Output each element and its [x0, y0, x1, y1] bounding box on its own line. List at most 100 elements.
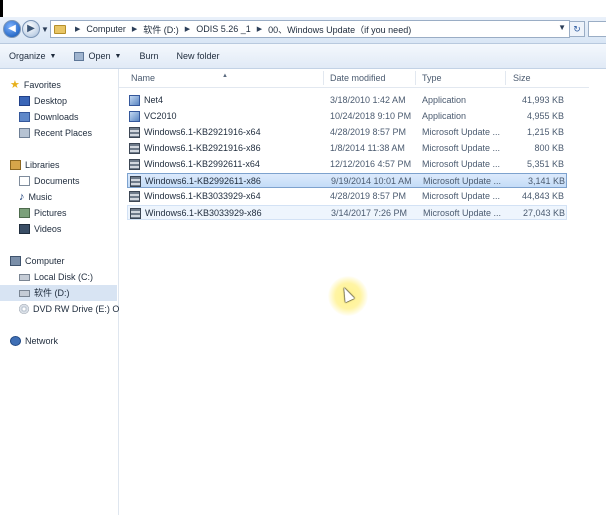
chevron-right-icon[interactable]: ▶: [252, 25, 267, 33]
update-package-icon: [130, 176, 141, 187]
column-header-type[interactable]: Type: [422, 73, 442, 83]
file-row[interactable]: Windows6.1-KB3033929-x64 4/28/2019 8:57 P…: [127, 189, 567, 204]
file-name: Windows6.1-KB2921916-x86: [144, 143, 261, 153]
file-row[interactable]: Net4 3/18/2010 1:42 AM Application 41,993 K…: [127, 93, 567, 108]
file-name-cell: VC2010: [129, 109, 177, 124]
file-size: 1,215 KB: [526, 127, 564, 137]
nav-documents-label: Documents: [34, 176, 80, 186]
nav-network-label: Network: [25, 336, 59, 346]
nav-recent-label: Recent Places: [34, 128, 93, 138]
nav-downloads[interactable]: Downloads: [19, 109, 79, 125]
new-folder-label: New folder: [176, 51, 220, 61]
folder-icon: [54, 24, 66, 34]
chevron-right-icon[interactable]: ▶: [70, 25, 85, 33]
refresh-button[interactable]: ↻: [569, 21, 585, 37]
file-type: Microsoft Update ...: [423, 208, 502, 218]
nav-downloads-label: Downloads: [34, 112, 79, 122]
new-folder-button[interactable]: New folder: [167, 51, 228, 61]
navigation-pane: ★ Favorites Desktop Downloads Recent Pla…: [0, 69, 119, 515]
column-header-size[interactable]: Size: [513, 73, 531, 83]
nav-drive-d-label: 软件 (D:): [34, 288, 70, 298]
column-header-name[interactable]: Name: [131, 73, 155, 83]
videos-icon: [19, 224, 30, 234]
file-date-modified: 4/28/2019 8:57 PM: [330, 127, 407, 137]
file-type: Microsoft Update ...: [422, 191, 501, 201]
update-package-icon: [129, 159, 140, 170]
nav-drive-d[interactable]: 软件 (D:): [0, 285, 117, 301]
file-name: Windows6.1-KB2992611-x64: [144, 159, 260, 169]
file-row[interactable]: VC2010 10/24/2018 9:10 PM Application 4,955…: [127, 109, 567, 124]
downloads-icon: [19, 112, 30, 122]
nav-videos[interactable]: Videos: [19, 221, 61, 237]
burn-label: Burn: [139, 51, 159, 61]
breadcrumb-odis[interactable]: ODIS 5.26 _1: [195, 24, 252, 34]
file-name-cell: Windows6.1-KB2992611-x86: [130, 174, 261, 189]
column-divider[interactable]: [505, 71, 506, 85]
organize-label: Organize: [9, 51, 46, 61]
file-row[interactable]: Windows6.1-KB2992611-x64 12/12/2016 4:57 …: [127, 157, 567, 172]
column-header-date[interactable]: Date modified: [330, 73, 386, 83]
back-button[interactable]: ◀: [3, 20, 21, 38]
command-bar: Organize ▼ Open ▼ Burn New folder: [0, 44, 606, 69]
address-bar-area: ◀ ▶ ▼ ▶ Computer ▶ 软件 (D:) ▶ ODIS 5.26 _…: [0, 17, 606, 44]
nav-desktop[interactable]: Desktop: [19, 93, 67, 109]
burn-button[interactable]: Burn: [130, 51, 167, 61]
open-button[interactable]: Open ▼: [65, 51, 130, 61]
explorer-window: ◀ ▶ ▼ ▶ Computer ▶ 软件 (D:) ▶ ODIS 5.26 _…: [0, 0, 606, 515]
chevron-right-icon[interactable]: ▶: [127, 25, 142, 33]
file-type: Microsoft Update ...: [422, 127, 501, 137]
nav-music[interactable]: ♪ Music: [19, 189, 52, 205]
address-bar[interactable]: ▶ Computer ▶ 软件 (D:) ▶ ODIS 5.26 _1 ▶ 00…: [50, 20, 570, 38]
chevron-right-icon[interactable]: ▶: [180, 25, 195, 33]
file-type: Application: [422, 95, 467, 105]
file-size: 41,993 KB: [521, 95, 564, 105]
breadcrumb-current-folder[interactable]: 00、Windows Update（if you need): [267, 23, 412, 36]
star-icon: ★: [10, 79, 20, 91]
history-dropdown-icon[interactable]: ▼: [41, 25, 49, 34]
file-date-modified: 3/18/2010 1:42 AM: [330, 95, 406, 105]
chevron-down-icon: ▼: [114, 52, 122, 60]
dvd-drive-icon: [19, 304, 29, 314]
update-package-icon: [129, 143, 140, 154]
column-divider[interactable]: [415, 71, 416, 85]
recent-places-icon: [19, 128, 30, 138]
organize-button[interactable]: Organize ▼: [0, 51, 65, 61]
nav-dvd-drive[interactable]: DVD RW Drive (E:) O: [19, 301, 119, 317]
nav-pictures[interactable]: Pictures: [19, 205, 67, 221]
file-row[interactable]: Windows6.1-KB2921916-x64 4/28/2019 8:57 P…: [127, 125, 567, 140]
nav-favorites[interactable]: ★ Favorites: [10, 77, 61, 93]
file-name-cell: Windows6.1-KB3033929-x64: [129, 189, 261, 204]
column-divider[interactable]: [323, 71, 324, 85]
file-name: Windows6.1-KB3033929-x86: [145, 208, 262, 218]
breadcrumb-computer[interactable]: Computer: [85, 24, 127, 34]
file-name-cell: Net4: [129, 93, 163, 108]
nav-favorites-label: Favorites: [23, 80, 61, 90]
open-icon: [74, 51, 85, 61]
nav-pictures-label: Pictures: [34, 208, 67, 218]
hard-drive-icon: [19, 289, 30, 297]
nav-recent-places[interactable]: Recent Places: [19, 125, 92, 141]
breadcrumb-drive[interactable]: 软件 (D:): [142, 23, 180, 36]
nav-network[interactable]: Network: [10, 333, 58, 349]
search-input[interactable]: [588, 21, 606, 37]
forward-button[interactable]: ▶: [22, 20, 40, 38]
pictures-icon: [19, 208, 30, 218]
nav-libraries-label: Libraries: [25, 160, 60, 170]
address-dropdown-icon[interactable]: ▼: [558, 23, 566, 32]
desktop-icon: [19, 96, 30, 106]
file-type: Application: [422, 111, 467, 121]
hard-drive-icon: [19, 273, 30, 281]
file-date-modified: 10/24/2018 9:10 PM: [330, 111, 412, 121]
file-list-pane: ▲ Name Date modified Type Size Net4 3/18/…: [119, 69, 606, 515]
file-row[interactable]: Windows6.1-KB3033929-x86 3/14/2017 7:26 P…: [127, 205, 567, 220]
documents-icon: [19, 176, 30, 186]
nav-desktop-label: Desktop: [34, 96, 68, 106]
nav-computer[interactable]: Computer: [10, 253, 65, 269]
file-row[interactable]: Windows6.1-KB2921916-x86 1/8/2014 11:38 A…: [127, 141, 567, 156]
update-package-icon: [129, 191, 140, 202]
file-row[interactable]: Windows6.1-KB2992611-x86 9/19/2014 10:01 …: [127, 173, 567, 188]
nav-local-disk-c[interactable]: Local Disk (C:): [19, 269, 93, 285]
file-date-modified: 9/19/2014 10:01 AM: [331, 176, 412, 186]
nav-libraries[interactable]: Libraries: [10, 157, 60, 173]
nav-documents[interactable]: Documents: [19, 173, 80, 189]
